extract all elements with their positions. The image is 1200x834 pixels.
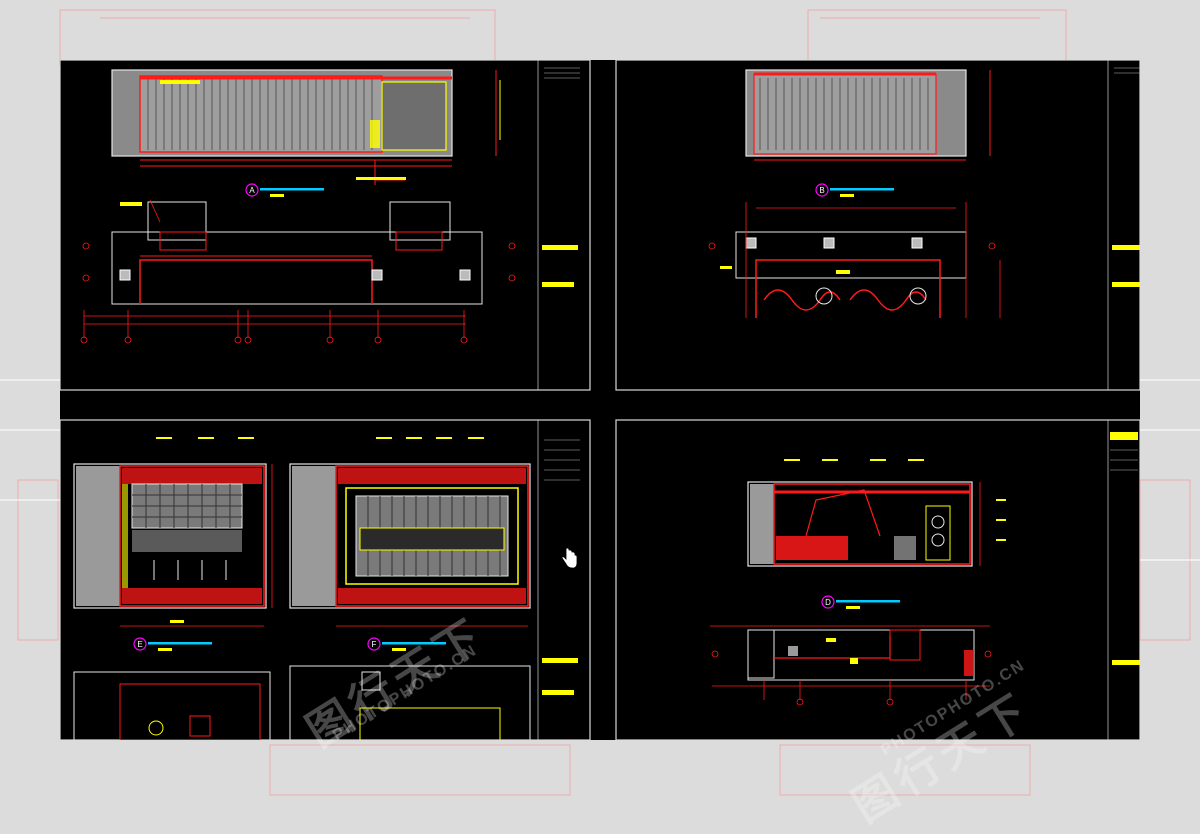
tag-a-label: A [249,186,255,195]
elevation-b [745,69,991,161]
cad-drawing: A B E F D [60,60,1140,740]
tag-f-label: F [372,640,377,649]
elevation-a [111,69,501,185]
tag-e-label: E [137,640,142,649]
elevation-tag-d: D [821,595,900,609]
elevation-f [289,437,531,627]
sheet-frame-bottom-right [615,419,1140,740]
elevation-e [73,437,273,627]
plan-b [708,202,1001,318]
cad-viewport[interactable]: A B E F D [60,60,1140,740]
elevation-d [747,459,1006,567]
elevation-tag-e: E [133,637,212,651]
elevation-tag-a: A [245,183,324,197]
elevation-tag-f: F [367,637,446,651]
plan-d [710,625,992,706]
plan-a [80,199,516,344]
plan-bottom-left [73,665,531,740]
hand-cursor-icon [561,548,578,569]
tag-b-label: B [819,186,824,195]
elevation-tag-b: B [815,183,894,197]
tag-d-label: D [825,598,831,607]
